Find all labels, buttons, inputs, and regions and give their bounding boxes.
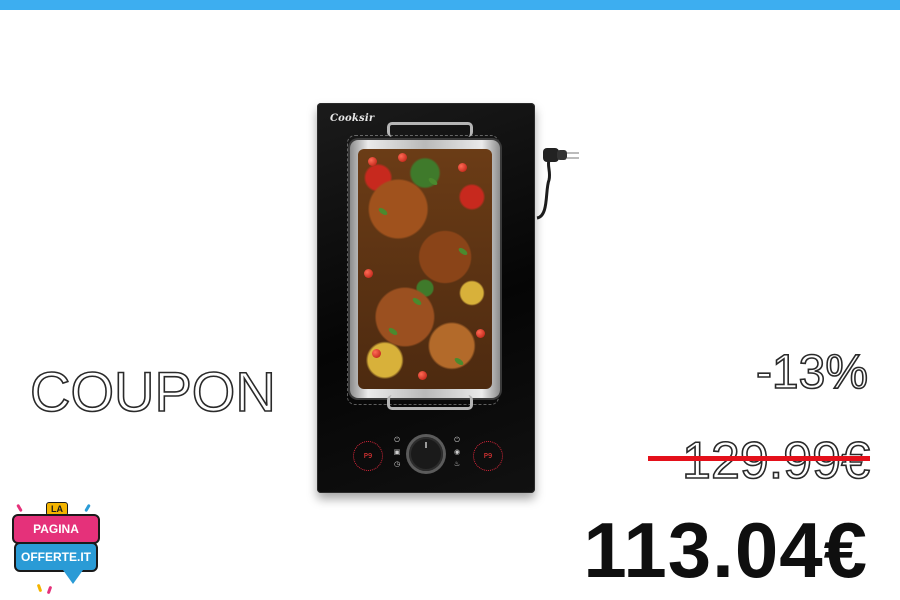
power-display-left: P9 [353, 441, 383, 471]
heat-icon: ♨ [453, 461, 461, 468]
power-icon-right: ⏻ [454, 437, 460, 444]
product-image-induction-cooktop: Cooksir P9 ⏻ ▣ ◷ ⏻ ◉ ♨ P9 [317, 103, 535, 493]
logo-line2: OFFERTE.IT [14, 542, 98, 572]
target-icon: ◉ [453, 449, 461, 456]
power-plug-icon [536, 148, 579, 220]
roast-chicken-food [358, 149, 492, 389]
logo-speech-tail [63, 570, 83, 584]
discount-percentage: -13% [755, 345, 869, 400]
power-display-right: P9 [473, 441, 503, 471]
top-accent-bar [0, 0, 900, 10]
coupon-label: COUPON [29, 359, 276, 424]
roasting-pan [350, 140, 500, 398]
lock-icon: ▣ [393, 449, 401, 456]
logo-line1: PAGINA DELLE [12, 514, 100, 562]
pan-handle-bottom [387, 395, 473, 410]
site-logo: LA PAGINA DELLE OFFERTE.IT [8, 500, 100, 596]
price-strikethrough [648, 456, 870, 461]
old-price: 129.99€ [681, 431, 871, 491]
control-knob [409, 437, 443, 471]
new-price: 113.04€ [583, 506, 868, 594]
timer-icon: ◷ [393, 461, 401, 468]
power-icon: ⏻ [394, 437, 400, 444]
control-panel: P9 ⏻ ▣ ◷ ⏻ ◉ ♨ P9 [347, 433, 507, 473]
pan-handle-top [387, 122, 473, 137]
brand-logo: Cooksir [330, 113, 375, 124]
